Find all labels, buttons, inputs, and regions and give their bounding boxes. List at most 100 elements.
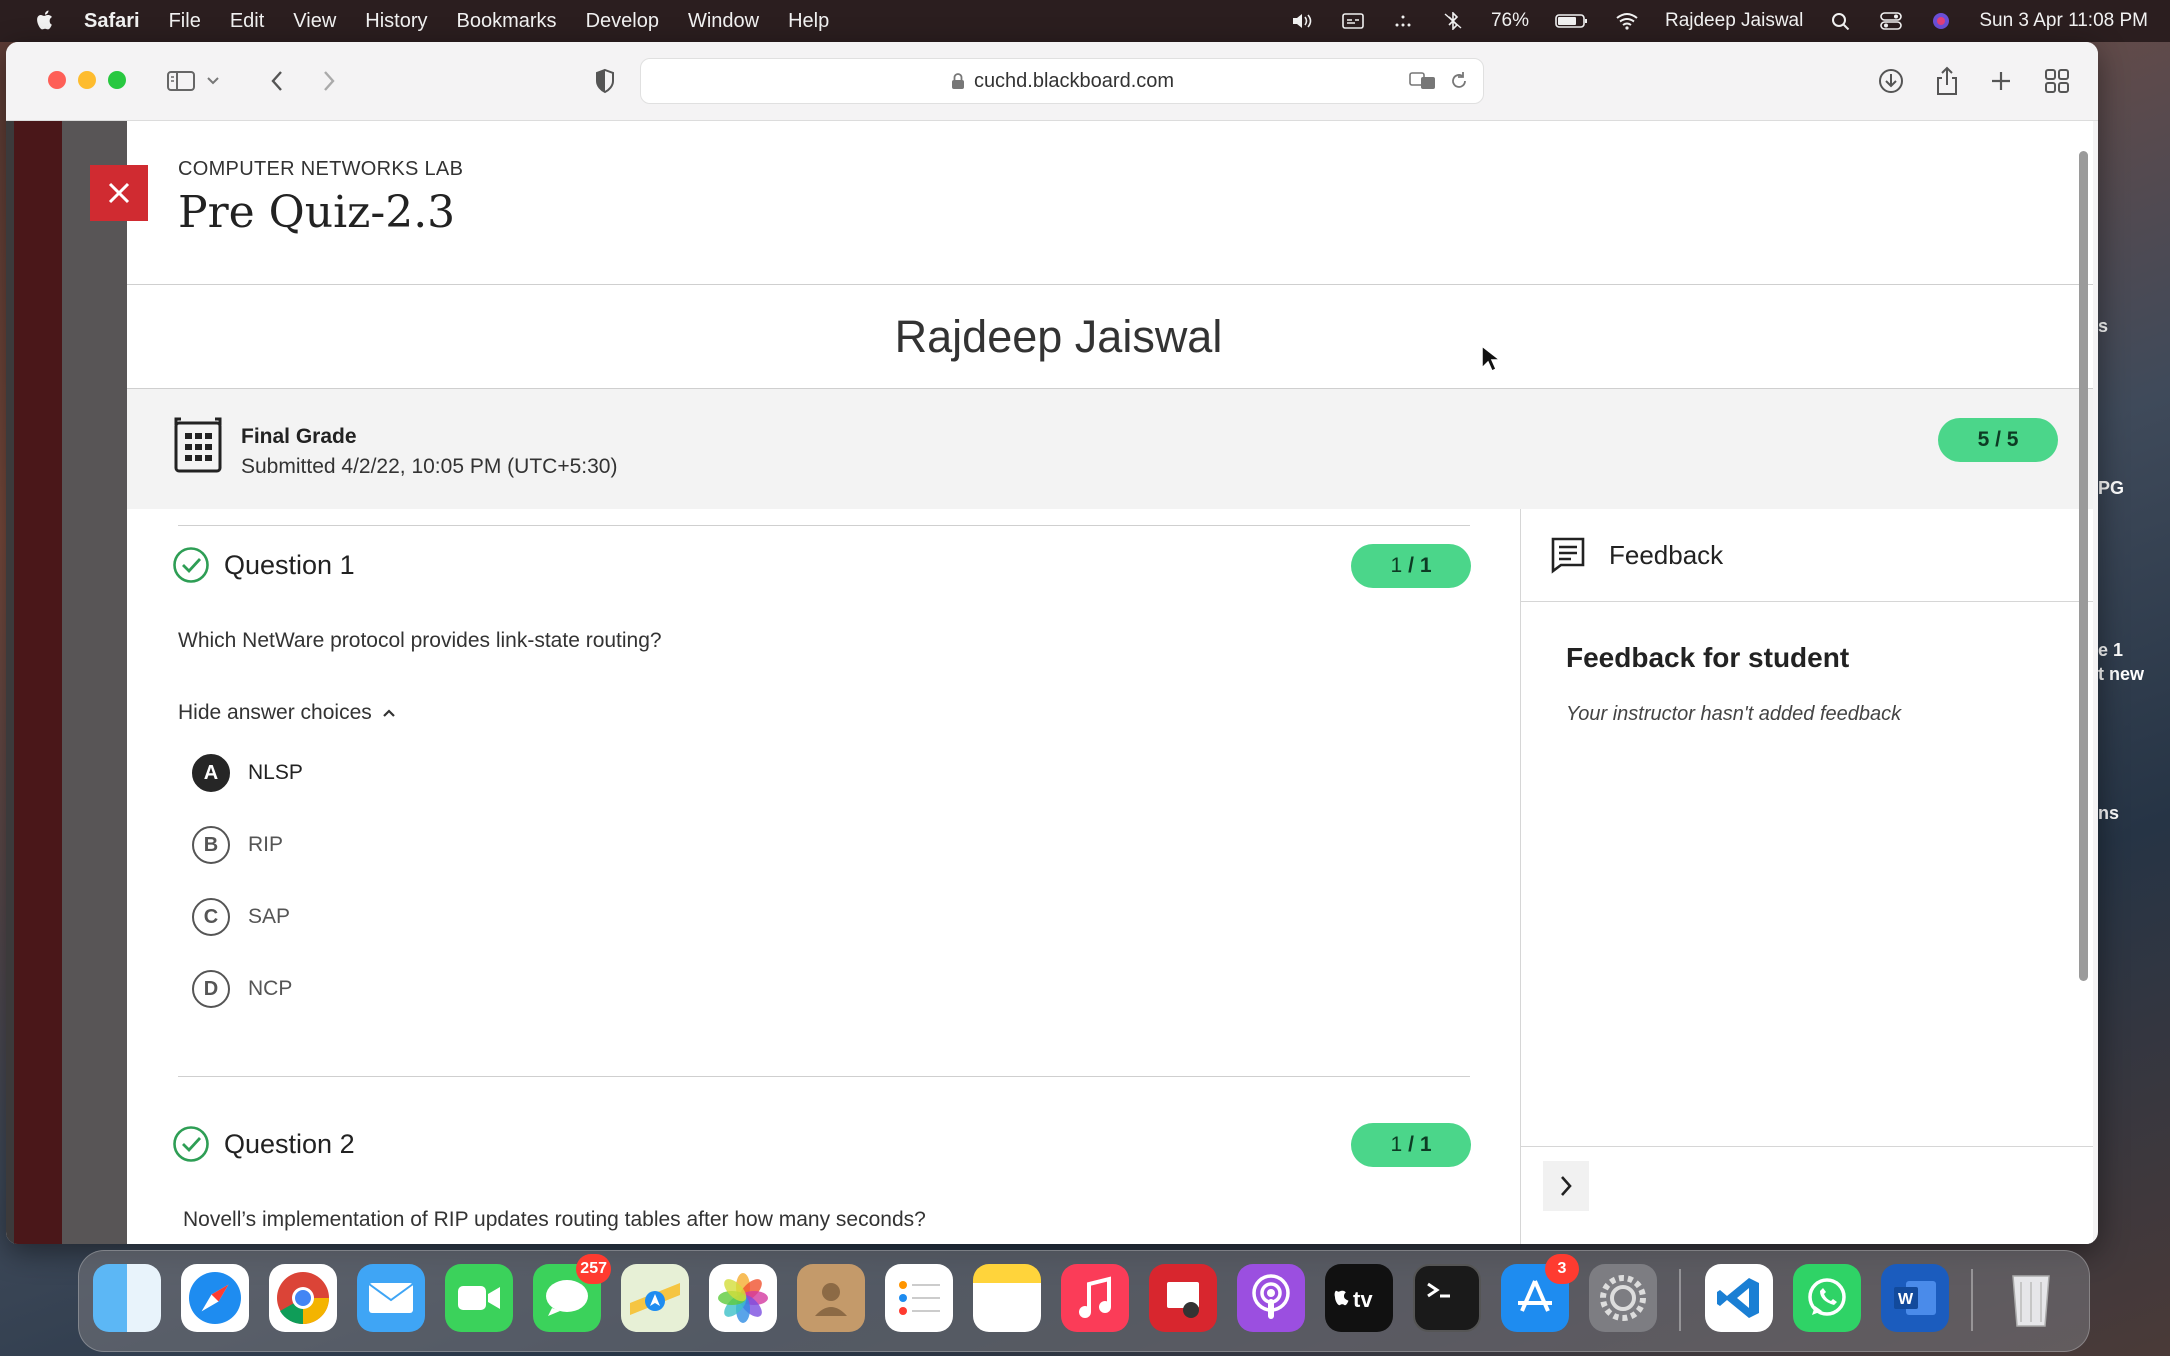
- zoom-window-button[interactable]: [108, 71, 126, 89]
- choice-letter: B: [192, 826, 230, 864]
- background-page: [6, 121, 127, 1244]
- correct-check-icon: [173, 547, 209, 583]
- status-area: 76% Rajdeep Jaiswal Sun 3 Apr 11:08 PM: [1291, 0, 2148, 42]
- score-total: / 1: [1408, 554, 1432, 577]
- facetime-icon[interactable]: [445, 1264, 513, 1332]
- divider: [178, 1076, 1470, 1077]
- address-bar[interactable]: cuchd.blackboard.com: [640, 58, 1484, 104]
- choice-letter: D: [192, 970, 230, 1008]
- choice-label: RIP: [248, 833, 284, 856]
- desktop-label-peek: e 1: [2098, 640, 2124, 660]
- safari-icon[interactable]: [181, 1264, 249, 1332]
- minimize-window-button[interactable]: [78, 71, 96, 89]
- desktop-label-peek: ns: [2098, 803, 2120, 823]
- background-nav-rail: [14, 121, 62, 1244]
- menu-app-name[interactable]: Safari: [84, 10, 140, 33]
- whatsapp-icon[interactable]: [1793, 1264, 1861, 1332]
- wifi-icon[interactable]: [1615, 12, 1639, 30]
- desktop-label-peek: PG: [2098, 478, 2125, 498]
- close-window-button[interactable]: [48, 71, 66, 89]
- divider: [127, 284, 2093, 285]
- feedback-header: Feedback: [1521, 509, 2093, 602]
- apple-tv-icon[interactable]: tv: [1325, 1264, 1393, 1332]
- lock-icon: [951, 73, 964, 89]
- menu-bookmarks[interactable]: Bookmarks: [457, 10, 557, 33]
- mail-icon[interactable]: [357, 1264, 425, 1332]
- chevron-down-icon[interactable]: [202, 64, 224, 98]
- siri-icon[interactable]: [1929, 12, 1953, 30]
- menu-view[interactable]: View: [293, 10, 336, 33]
- tab-overview-icon[interactable]: [2040, 64, 2074, 98]
- finder-icon[interactable]: [93, 1264, 161, 1332]
- svg-text:tv: tv: [1353, 1287, 1373, 1312]
- desktop-label-peek: t new: [2098, 664, 2145, 684]
- share-icon[interactable]: [1930, 64, 1964, 98]
- volume-icon[interactable]: [1291, 12, 1315, 30]
- forward-icon[interactable]: [312, 64, 346, 98]
- feedback-for-student-title: Feedback for student: [1566, 642, 1850, 673]
- contacts-icon[interactable]: [797, 1264, 865, 1332]
- choice-letter-selected: A: [192, 754, 230, 792]
- desktop-label-peek: s: [2098, 316, 2109, 336]
- close-panel-button[interactable]: [90, 165, 148, 221]
- notes-icon[interactable]: [973, 1264, 1041, 1332]
- terminal-icon[interactable]: [1413, 1264, 1481, 1332]
- display-icon[interactable]: [1391, 12, 1415, 30]
- quiz-review-panel: COMPUTER NETWORKS LAB Pre Quiz-2.3 Rajde…: [127, 121, 2093, 1244]
- divider: [178, 525, 1470, 526]
- hide-answer-choices-toggle[interactable]: Hide answer choices: [178, 701, 396, 725]
- control-center-icon[interactable]: [1879, 12, 1903, 30]
- course-name: COMPUTER NETWORKS LAB: [178, 158, 464, 180]
- word-icon[interactable]: W: [1881, 1264, 1949, 1332]
- new-tab-icon[interactable]: [1984, 64, 2018, 98]
- close-icon: [108, 182, 130, 204]
- menu-user-name[interactable]: Rajdeep Jaiswal: [1665, 10, 1803, 32]
- system-preferences-icon[interactable]: [1589, 1264, 1657, 1332]
- menu-develop[interactable]: Develop: [586, 10, 659, 33]
- menu-edit[interactable]: Edit: [230, 10, 264, 33]
- menu-file[interactable]: File: [169, 10, 201, 33]
- spotlight-search-icon[interactable]: [1829, 12, 1853, 30]
- app-store-icon[interactable]: 3: [1501, 1254, 1579, 1332]
- messages-icon[interactable]: 257: [533, 1254, 611, 1332]
- chevron-up-icon: [382, 709, 395, 717]
- scrollbar-thumb[interactable]: [2079, 151, 2088, 981]
- svg-text:W: W: [1898, 1291, 1914, 1308]
- next-button[interactable]: [1543, 1161, 1589, 1211]
- browser-toolbar: cuchd.blackboard.com: [6, 42, 2098, 121]
- menu-history[interactable]: History: [365, 10, 427, 33]
- hide-choices-label: Hide answer choices: [178, 701, 372, 724]
- menu-help[interactable]: Help: [788, 10, 829, 33]
- menu-clock[interactable]: Sun 3 Apr 11:08 PM: [1979, 10, 2148, 32]
- music-icon[interactable]: [1061, 1264, 1129, 1332]
- downloads-icon[interactable]: [1874, 64, 1908, 98]
- apple-menu-icon[interactable]: [36, 10, 56, 32]
- back-icon[interactable]: [260, 64, 294, 98]
- bluetooth-icon[interactable]: [1441, 12, 1465, 30]
- question-score-badge: 1 / 1: [1351, 544, 1471, 588]
- reminders-icon[interactable]: [885, 1264, 953, 1332]
- podcasts-icon[interactable]: [1237, 1264, 1305, 1332]
- messages-badge: 257: [576, 1254, 611, 1284]
- privacy-shield-icon[interactable]: [588, 64, 622, 98]
- chrome-icon[interactable]: [269, 1264, 337, 1332]
- student-name: Rajdeep Jaiswal: [894, 311, 1223, 362]
- menu-window[interactable]: Window: [688, 10, 759, 33]
- final-grade-label: Final Grade: [241, 425, 357, 448]
- mouse-cursor-icon: [1481, 344, 1502, 373]
- dock-separator: [1971, 1269, 1973, 1331]
- maps-icon[interactable]: [621, 1264, 689, 1332]
- choice-letter: C: [192, 898, 230, 936]
- battery-icon[interactable]: [1555, 12, 1589, 30]
- caption-icon[interactable]: [1341, 12, 1365, 30]
- translate-icon[interactable]: [1409, 71, 1437, 91]
- page-title: Pre Quiz-2.3: [178, 187, 456, 238]
- score-earned: 1: [1390, 554, 1403, 577]
- photo-booth-icon[interactable]: [1149, 1264, 1217, 1332]
- vscode-icon[interactable]: [1705, 1264, 1773, 1332]
- sidebar-toggle-icon[interactable]: [164, 64, 198, 98]
- photos-icon[interactable]: [709, 1264, 777, 1332]
- trash-icon[interactable]: [1997, 1264, 2065, 1332]
- score-earned: 1: [1390, 1133, 1403, 1156]
- reload-icon[interactable]: [1449, 71, 1469, 91]
